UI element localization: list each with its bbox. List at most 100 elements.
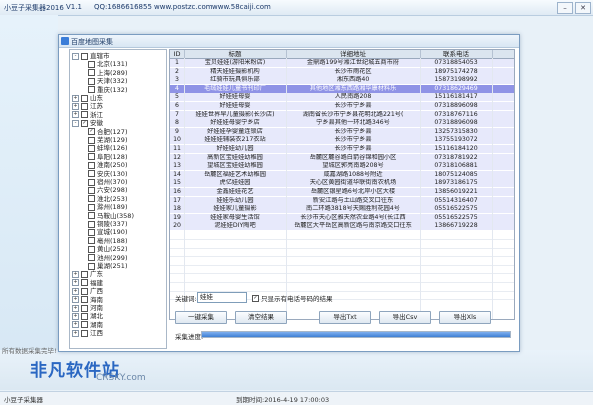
expand-icon[interactable]: + — [72, 304, 79, 312]
keyword-input[interactable]: 娃娃 — [197, 292, 247, 303]
expand-icon[interactable]: + — [72, 329, 79, 337]
tree-node-city[interactable]: 天津(332) — [88, 77, 127, 85]
tree-node-city[interactable]: 阜阳(128) — [88, 153, 127, 161]
app-site1[interactable]: www.postzc.com — [154, 3, 213, 11]
tree-node-province[interactable]: + 湖北 — [72, 312, 103, 320]
checkbox-icon[interactable] — [88, 153, 95, 161]
tree-node-city[interactable]: 淮南(250) — [88, 161, 127, 169]
tree-node-city[interactable]: 宿州(370) — [88, 178, 127, 186]
checkbox-icon[interactable] — [81, 52, 88, 60]
checkbox-icon[interactable] — [88, 86, 95, 94]
tree-node-province[interactable]: + 河南 — [72, 304, 103, 312]
checkbox-icon[interactable] — [88, 237, 95, 245]
tree-node-province[interactable]: + 福建 — [72, 279, 103, 287]
tree-node-city[interactable]: 滁州(189) — [88, 203, 127, 211]
collect-button[interactable]: 一键采集 — [175, 311, 227, 324]
tree-node-city[interactable]: 黄山(252) — [88, 245, 127, 253]
tree-node-province[interactable]: - ✓ 安徽 — [72, 119, 103, 127]
tree-node-province[interactable]: + 浙江 — [72, 111, 103, 119]
tree-node-province[interactable]: + 江苏 — [72, 102, 103, 110]
checkbox-icon[interactable] — [81, 296, 88, 304]
tree-node-city[interactable]: 池州(299) — [88, 254, 127, 262]
checkbox-icon[interactable] — [81, 304, 88, 312]
tree-node-city[interactable]: 巢湖(251) — [88, 262, 127, 270]
tree-node-province[interactable]: - 直辖市 — [72, 52, 110, 60]
checkbox-icon[interactable] — [88, 170, 95, 178]
only-phone-checkbox[interactable]: ✓ 只显示有电话号码的结果 — [252, 293, 333, 303]
checkbox-icon[interactable] — [81, 270, 88, 278]
tree-node-city[interactable]: 芜湖(129) — [88, 136, 127, 144]
checkbox-icon[interactable] — [88, 186, 95, 194]
checkbox-icon[interactable] — [88, 262, 95, 270]
checkbox-icon[interactable] — [88, 178, 95, 186]
collapse-icon[interactable]: - — [72, 52, 79, 60]
checkbox-icon[interactable]: ✓ — [81, 119, 88, 127]
expand-icon[interactable]: + — [72, 279, 79, 287]
expand-icon[interactable]: + — [72, 296, 79, 304]
col-phone[interactable]: 联系电话 — [420, 50, 493, 58]
checkbox-icon[interactable] — [88, 212, 95, 220]
tree-node-city[interactable]: 淮北(253) — [88, 195, 127, 203]
checkbox-icon[interactable] — [81, 329, 88, 337]
checkbox-icon[interactable] — [81, 102, 88, 110]
checkbox-icon[interactable]: ✓ — [252, 294, 259, 302]
progress-bar — [201, 331, 511, 338]
minimize-icon[interactable]: – — [557, 2, 573, 14]
tree-node-city[interactable]: 蚌埠(126) — [88, 144, 127, 152]
col-title[interactable]: 标题 — [184, 50, 287, 58]
checkbox-icon[interactable] — [88, 144, 95, 152]
col-id[interactable]: ID — [170, 50, 185, 58]
app-site2[interactable]: www.58caiji.com — [212, 3, 271, 11]
checkbox-icon[interactable]: ✓ — [88, 128, 95, 136]
tree-node-city[interactable]: 宣城(190) — [88, 228, 127, 236]
col-address[interactable]: 详细地址 — [286, 50, 421, 58]
expand-icon[interactable]: + — [72, 287, 79, 295]
expand-icon[interactable]: + — [72, 270, 79, 278]
tree-node-city[interactable]: 上海(289) — [88, 69, 127, 77]
expand-icon[interactable]: + — [72, 312, 79, 320]
tree-node-province[interactable]: + 江西 — [72, 329, 103, 337]
expand-icon[interactable]: + — [72, 102, 79, 110]
checkbox-icon[interactable] — [88, 136, 95, 144]
clear-button[interactable]: 清空结果 — [235, 311, 287, 324]
checkbox-icon[interactable] — [88, 69, 95, 77]
tree-node-city[interactable]: 马鞍山(358) — [88, 212, 134, 220]
tree-node-province[interactable]: + 山东 — [72, 94, 103, 102]
export-csv-button[interactable]: 导出Csv — [379, 311, 431, 324]
checkbox-icon[interactable] — [81, 287, 88, 295]
tree-node-city[interactable]: 安庆(130) — [88, 170, 127, 178]
checkbox-icon[interactable] — [88, 245, 95, 253]
checkbox-icon[interactable] — [88, 161, 95, 169]
export-xls-button[interactable]: 导出Xls — [439, 311, 491, 324]
export-txt-button[interactable]: 导出Txt — [319, 311, 371, 324]
expand-icon[interactable]: + — [72, 321, 79, 329]
checkbox-icon[interactable] — [81, 321, 88, 329]
tree-node-city[interactable]: 六安(298) — [88, 186, 127, 194]
checkbox-icon[interactable] — [88, 195, 95, 203]
tree-node-city[interactable]: 重庆(132) — [88, 86, 127, 94]
checkbox-icon[interactable] — [81, 312, 88, 320]
checkbox-icon[interactable] — [81, 94, 88, 102]
checkbox-icon[interactable] — [88, 220, 95, 228]
checkbox-icon[interactable] — [88, 254, 95, 262]
checkbox-icon[interactable] — [88, 60, 95, 68]
tree-node-city[interactable]: ✓ 合肥(127) — [88, 128, 127, 136]
checkbox-icon[interactable] — [81, 111, 88, 119]
checkbox-icon[interactable] — [81, 279, 88, 287]
tree-node-province[interactable]: + 湖南 — [72, 321, 103, 329]
tree-node-province[interactable]: + 广西 — [72, 287, 103, 295]
tree-node-province[interactable]: + 海南 — [72, 296, 103, 304]
collapse-icon[interactable]: - — [72, 119, 79, 127]
checkbox-icon[interactable] — [88, 77, 95, 85]
region-tree[interactable]: - 直辖市 北京(131) 上海(289) 天津(332) 重庆(132) + 山东 + 江苏 + 浙… — [69, 49, 167, 349]
close-icon[interactable]: ✕ — [575, 2, 591, 14]
tree-node-city[interactable]: 北京(131) — [88, 60, 127, 68]
tree-node-province[interactable]: + 广东 — [72, 270, 103, 278]
results-table[interactable]: ID 标题 详细地址 联系电话 1 宝贝娃娃(游阳米粉店) 金鼎路199号湘江世纪城… — [169, 49, 515, 320]
checkbox-icon[interactable] — [88, 228, 95, 236]
tree-node-city[interactable]: 亳州(188) — [88, 237, 127, 245]
tree-node-city[interactable]: 铜陵(337) — [88, 220, 127, 228]
expand-icon[interactable]: + — [72, 111, 79, 119]
checkbox-icon[interactable] — [88, 203, 95, 211]
expand-icon[interactable]: + — [72, 94, 79, 102]
